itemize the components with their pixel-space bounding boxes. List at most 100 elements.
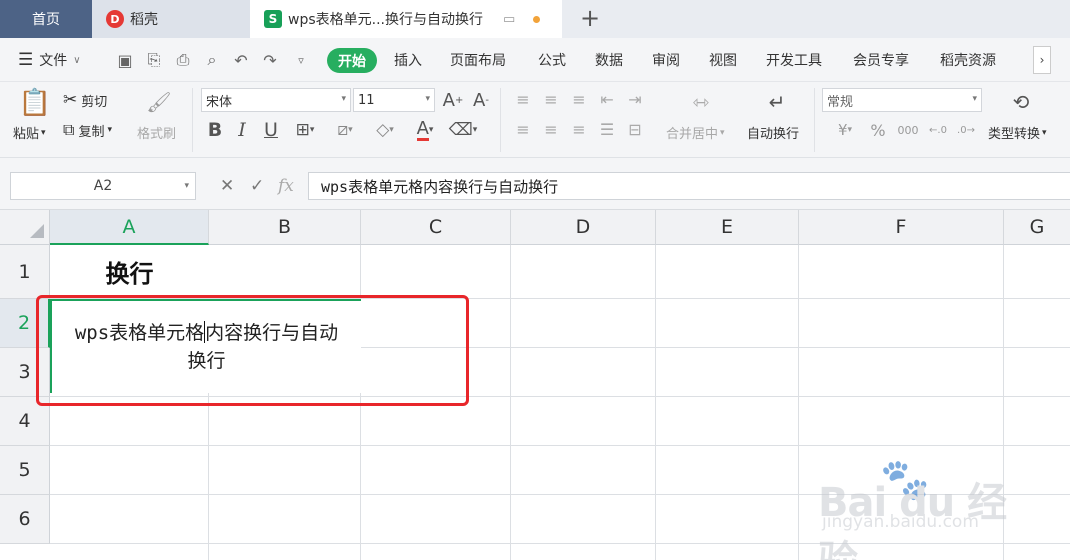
column-header-d[interactable]: D (511, 210, 656, 245)
plus-icon: + (579, 4, 601, 32)
select-all-button[interactable] (0, 210, 50, 245)
font-name-value: 宋体 (206, 94, 233, 110)
cell-style-icon[interactable]: ⧄ ▾ (328, 118, 362, 142)
menu-formulas[interactable]: 公式 (538, 38, 566, 82)
column-header-a[interactable]: A (50, 210, 209, 245)
tab-home[interactable]: 首页 (0, 0, 92, 38)
distributed-align-icon[interactable]: ⊟ (624, 118, 646, 140)
increase-decimal-icon[interactable]: ←.0 (926, 119, 950, 141)
borders-icon[interactable]: ⊞ ▾ (288, 118, 322, 142)
file-menu[interactable]: ☰ 文件 ∨ (18, 38, 81, 82)
chevron-down-icon: ▾ (972, 94, 977, 104)
align-top-icon[interactable]: ≡ (512, 88, 534, 110)
print-preview-icon[interactable]: ⌕ (201, 49, 223, 71)
menu-scroll-right-button[interactable]: › (1033, 46, 1051, 74)
file-menu-label: 文件 (39, 53, 68, 69)
undo-icon[interactable]: ↶ (230, 49, 252, 71)
tab-document-label: wps表格单元...换行与自动换行 (288, 12, 483, 28)
chevron-down-icon: ▾ (720, 127, 725, 138)
menu-insert[interactable]: 插入 (394, 38, 422, 82)
paste-icon[interactable]: 📋 (19, 88, 51, 118)
insert-function-icon[interactable]: fx (278, 172, 294, 200)
confirm-edit-icon[interactable]: ✓ (250, 172, 264, 200)
select-all-triangle-icon (30, 224, 44, 238)
cell-a1[interactable]: 换行 (50, 245, 209, 298)
menu-bar: ☰ 文件 ∨ ▣ ⎘ ⎙ ⌕ ↶ ↷ ▿ 开始 插入 页面布局 公式 数据 审阅… (0, 38, 1070, 82)
thousands-separator-icon[interactable]: 000 (896, 119, 920, 141)
align-right-icon[interactable]: ≡ (568, 118, 590, 140)
formula-input[interactable]: wps表格单元格内容换行与自动换行 (308, 172, 1070, 200)
fill-color-icon[interactable]: ◇ ▾ (368, 118, 402, 142)
number-format-select[interactable]: 常规 ▾ (822, 88, 982, 112)
grid-line (510, 245, 511, 560)
chevron-down-icon: ▾ (425, 94, 430, 104)
copy-button[interactable]: ⧉ 复制 ▾ (63, 120, 112, 140)
increase-font-size-icon[interactable]: A + (442, 88, 464, 112)
tab-document[interactable]: S wps表格单元...换行与自动换行 ▭ (250, 0, 562, 38)
chevron-down-icon: ▾ (341, 94, 346, 104)
column-header-b[interactable]: B (209, 210, 361, 245)
customize-toolbar-icon[interactable]: ▿ (290, 49, 312, 71)
cut-button[interactable]: ✂ 剪切 (63, 90, 107, 110)
align-center-icon[interactable]: ≡ (540, 118, 562, 140)
menu-daoke-resources[interactable]: 稻壳资源 (940, 38, 996, 82)
menu-start-tab[interactable]: 开始 (327, 48, 377, 73)
watermark-url: jingyan.baidu.com (822, 512, 979, 532)
column-header-e[interactable]: E (656, 210, 799, 245)
bold-icon[interactable]: B (204, 118, 226, 142)
new-tab-button[interactable]: + (576, 4, 604, 32)
export-pdf-icon[interactable]: ⎘ (143, 49, 165, 71)
decrease-decimal-icon[interactable]: .0→ (954, 119, 978, 141)
print-icon[interactable]: ⎙ (172, 49, 194, 71)
percent-icon[interactable]: % (866, 119, 890, 141)
column-header-f[interactable]: F (799, 210, 1004, 245)
row-header-5[interactable]: 5 (0, 446, 50, 495)
paste-button[interactable]: 粘贴 ▾ (13, 123, 46, 142)
wrap-text-icon[interactable]: ↵ (760, 88, 794, 116)
pin-window-icon[interactable]: ▭ (503, 12, 515, 27)
decrease-indent-icon[interactable]: ⇤ (596, 88, 618, 110)
type-convert-icon[interactable]: ⟲ (1004, 88, 1038, 116)
increase-indent-icon[interactable]: ⇥ (624, 88, 646, 110)
clear-format-icon[interactable]: ⌫ ▾ (446, 118, 480, 142)
font-size-select[interactable]: 11 ▾ (353, 88, 435, 112)
align-bottom-icon[interactable]: ≡ (568, 88, 590, 110)
menu-member[interactable]: 会员专享 (853, 38, 909, 82)
format-painter-icon[interactable]: 🖌 (146, 88, 172, 116)
merge-center-button[interactable]: 合并居中 ▾ (666, 123, 725, 142)
row-header-6[interactable]: 6 (0, 495, 50, 544)
justify-icon[interactable]: ☰ (596, 118, 618, 140)
name-box[interactable]: A2 ▾ (10, 172, 196, 200)
wrap-text-button[interactable]: 自动换行 (747, 123, 799, 142)
format-painter-button[interactable]: 格式刷 (137, 123, 176, 142)
chevron-down-icon: ▾ (107, 125, 112, 135)
chevron-down-icon: ∨ (73, 54, 81, 66)
menu-data[interactable]: 数据 (595, 38, 623, 82)
column-header-c[interactable]: C (361, 210, 511, 245)
menu-review[interactable]: 审阅 (652, 38, 680, 82)
grid-line (50, 445, 1070, 446)
row-header-1[interactable]: 1 (0, 245, 50, 299)
currency-icon[interactable]: ¥ ▾ (830, 119, 860, 141)
type-convert-button[interactable]: 类型转换 ▾ (988, 123, 1047, 142)
formula-bar: A2 ▾ ✕ ✓ fx wps表格单元格内容换行与自动换行 (0, 158, 1070, 210)
ribbon-toolbar: 📋 粘贴 ▾ ✂ 剪切 ⧉ 复制 ▾ 🖌 格式刷 宋体 ▾ 11 ▾ A + A- B I U… (0, 82, 1070, 158)
cancel-edit-icon[interactable]: ✕ (220, 172, 234, 200)
italic-icon[interactable]: I (232, 118, 252, 142)
column-header-g[interactable]: G (1004, 210, 1070, 245)
tab-home-label: 首页 (32, 12, 60, 28)
align-middle-icon[interactable]: ≡ (540, 88, 562, 110)
decrease-font-size-icon[interactable]: A- (470, 88, 492, 112)
tab-bar: 首页 D 稻壳 S wps表格单元...换行与自动换行 ▭ + (0, 0, 1070, 38)
merge-center-icon[interactable]: ⇿ (684, 88, 718, 116)
font-color-icon[interactable]: A ▾ (408, 118, 442, 142)
menu-view[interactable]: 视图 (709, 38, 737, 82)
menu-page-layout[interactable]: 页面布局 (450, 38, 506, 82)
redo-icon[interactable]: ↷ (259, 49, 281, 71)
menu-developer[interactable]: 开发工具 (766, 38, 822, 82)
align-left-icon[interactable]: ≡ (512, 118, 534, 140)
tab-daoke[interactable]: D 稻壳 (92, 0, 250, 38)
font-name-select[interactable]: 宋体 ▾ (201, 88, 351, 112)
save-icon[interactable]: ▣ (114, 49, 136, 71)
underline-icon[interactable]: U (260, 118, 282, 142)
